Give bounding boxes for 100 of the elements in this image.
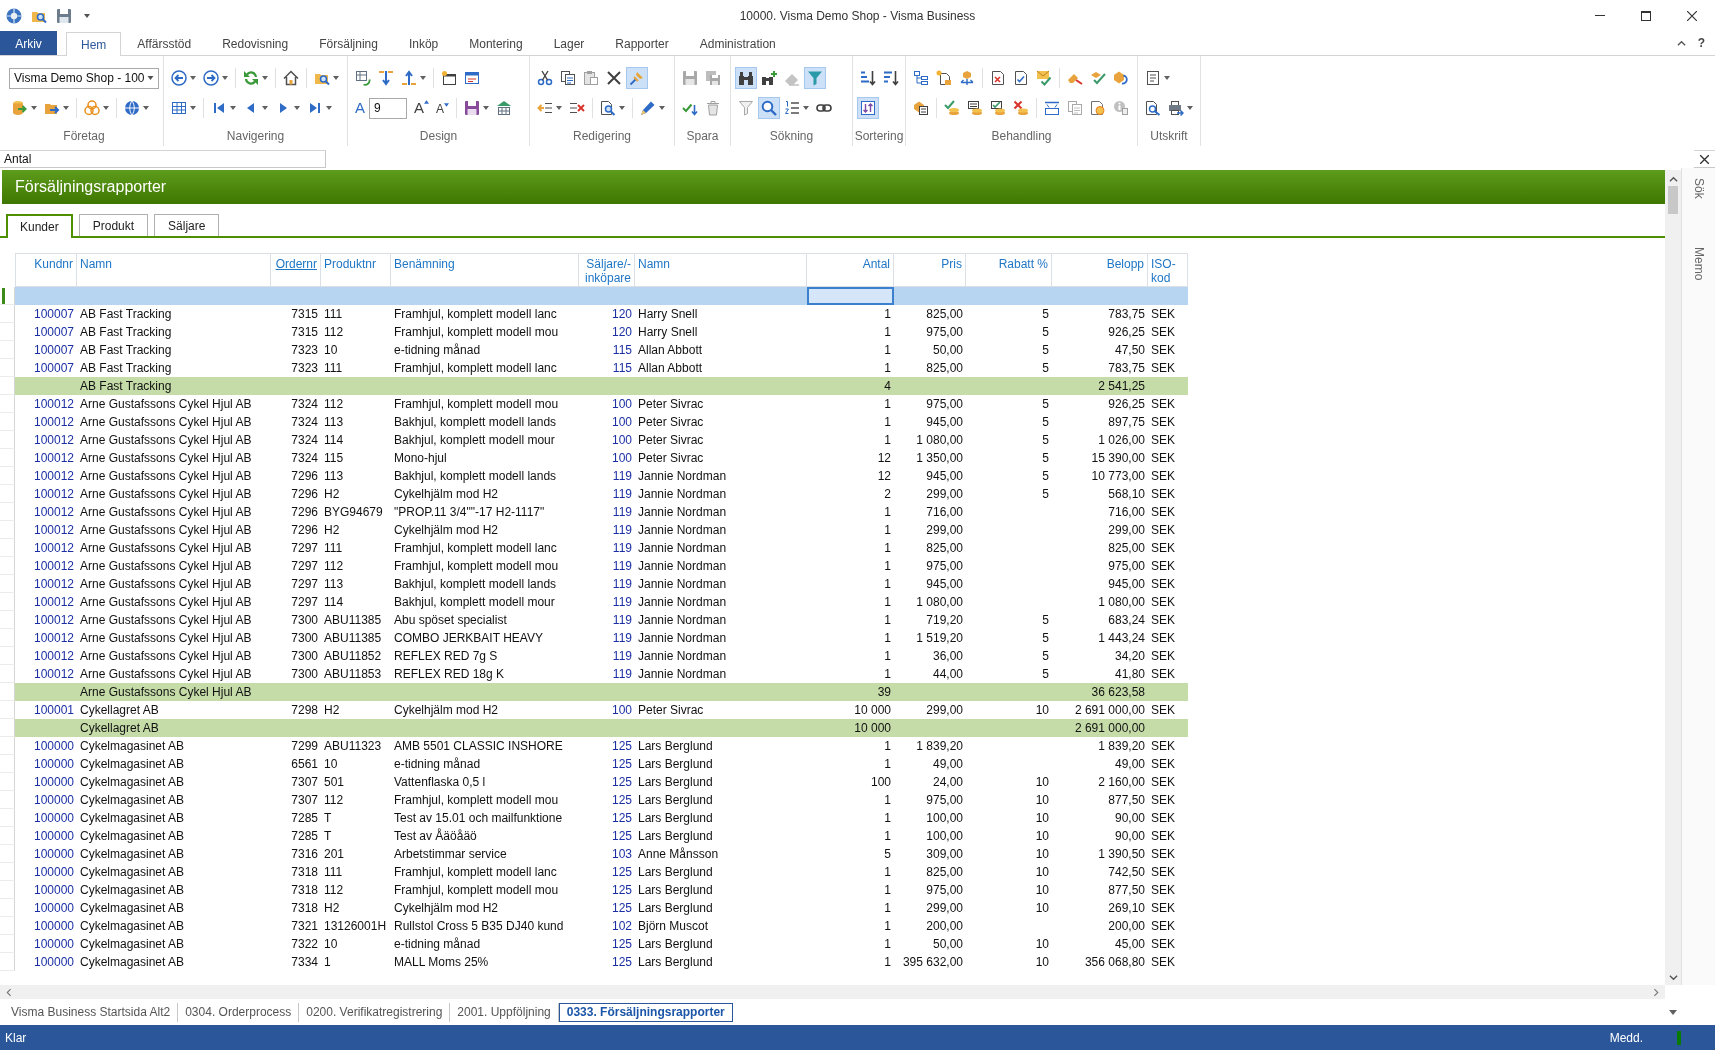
globe-icon[interactable] — [124, 100, 140, 116]
report-icon[interactable] — [1145, 70, 1161, 86]
close-icon[interactable] — [1687, 10, 1697, 21]
filter-field[interactable] — [807, 287, 894, 305]
caret-icon[interactable] — [659, 106, 665, 110]
side-tab[interactable]: Sök — [1691, 178, 1706, 199]
box-arrows-icon[interactable] — [959, 70, 975, 86]
ribbon-tab[interactable]: Administration — [684, 32, 791, 55]
box-list-icon[interactable] — [913, 100, 929, 116]
coins-list-icon[interactable] — [967, 100, 983, 116]
find-document-icon[interactable] — [600, 100, 616, 116]
tree-icon[interactable] — [913, 70, 929, 86]
maximize-icon[interactable] — [1641, 10, 1651, 21]
ribbon-tab[interactable]: Redovisning — [207, 32, 304, 55]
caret-icon[interactable] — [222, 76, 228, 80]
caret-icon[interactable] — [262, 76, 268, 80]
printer-icon[interactable] — [1168, 100, 1184, 116]
caret-icon[interactable] — [333, 76, 339, 80]
print-preview-icon[interactable] — [1145, 100, 1161, 116]
forward-icon[interactable] — [203, 70, 219, 86]
caret-icon[interactable] — [1669, 1009, 1677, 1015]
close-icon[interactable] — [1700, 154, 1709, 164]
sort-ascending-icon[interactable] — [860, 70, 876, 86]
column-header[interactable]: Kundnr — [15, 253, 77, 287]
caret-icon[interactable] — [420, 76, 426, 80]
ribbon-tab[interactable]: Affärsstöd — [122, 32, 207, 55]
trash-icon[interactable] — [705, 100, 721, 116]
caret-icon[interactable] — [556, 106, 562, 110]
messages-label[interactable]: Medd. — [1604, 1030, 1643, 1045]
horizontal-scrollbar[interactable] — [0, 985, 1665, 999]
ribbon-tab[interactable]: Rapporter — [600, 32, 684, 55]
coins-check-icon[interactable] — [944, 100, 960, 116]
refresh-icon[interactable] — [243, 70, 259, 86]
pencil-icon[interactable] — [640, 100, 656, 116]
delete-icon[interactable] — [606, 70, 622, 86]
scanner-icon[interactable] — [1044, 100, 1060, 116]
mail-check-icon[interactable] — [1036, 70, 1052, 86]
window-icon[interactable] — [464, 70, 480, 86]
save-icon[interactable] — [56, 7, 72, 24]
report-tab[interactable]: Produkt — [78, 214, 149, 236]
paste-icon[interactable] — [583, 70, 599, 86]
caret-icon[interactable] — [147, 76, 154, 80]
save-layout-icon[interactable] — [464, 100, 481, 116]
coins-x-icon[interactable] — [1013, 100, 1029, 116]
scroll-down-icon[interactable] — [1668, 975, 1678, 981]
scroll-up-icon[interactable] — [1668, 176, 1678, 182]
caret-icon[interactable] — [143, 106, 149, 110]
company-dropdown[interactable]: Visma Demo Shop - 100 — [9, 67, 159, 89]
scrollbar-thumb[interactable] — [1668, 186, 1678, 214]
caret-icon[interactable] — [294, 106, 300, 110]
database-arrow-icon[interactable] — [12, 100, 28, 116]
delete-row-icon[interactable] — [569, 100, 585, 116]
document-tab[interactable]: 0200. Verifikatregistrering — [299, 1002, 451, 1022]
caret-icon[interactable] — [1164, 76, 1170, 80]
ribbon-tab[interactable]: Montering — [454, 32, 538, 55]
column-header[interactable]: Benämning — [391, 253, 579, 287]
scissors-icon[interactable] — [537, 70, 553, 86]
first-record-icon[interactable] — [211, 100, 227, 116]
document-tab[interactable]: 0304. Orderprocess — [178, 1002, 300, 1022]
vertical-scrollbar[interactable] — [1665, 170, 1681, 985]
report-tab[interactable]: Kunder — [6, 214, 73, 238]
caret-icon[interactable] — [84, 13, 90, 18]
info-icon[interactable] — [1113, 100, 1129, 116]
insert-down-icon[interactable] — [378, 70, 394, 86]
numbered-list-icon[interactable] — [784, 100, 800, 116]
scroll-right-icon[interactable] — [1654, 987, 1659, 997]
grow-font-button[interactable]: A — [411, 97, 433, 119]
ribbon-tab[interactable]: Lager — [538, 32, 600, 55]
box-check-icon[interactable] — [1090, 70, 1106, 86]
document-check-icon[interactable] — [1013, 70, 1029, 86]
document-tab[interactable]: 2001. Uppföljning — [450, 1002, 559, 1022]
caret-icon[interactable] — [803, 106, 809, 110]
caret-icon[interactable] — [483, 106, 490, 110]
ribbon-tab[interactable]: Försäljning — [304, 32, 393, 55]
app-logo-icon[interactable] — [6, 7, 22, 24]
last-record-icon[interactable] — [307, 100, 323, 116]
caret-icon[interactable] — [619, 106, 625, 110]
font-color-button[interactable]: A — [352, 97, 368, 119]
copy-icon[interactable] — [560, 70, 576, 86]
grid-refresh-icon[interactable] — [355, 70, 371, 86]
caret-icon[interactable] — [31, 106, 37, 110]
ribbon-tab[interactable]: Arkiv — [0, 31, 57, 55]
font-size-field[interactable]: 9 — [369, 97, 407, 119]
caret-icon[interactable] — [262, 106, 268, 110]
table-icon[interactable] — [171, 100, 187, 116]
ribbon-tab[interactable]: Hem — [66, 32, 122, 56]
caret-icon[interactable] — [103, 106, 109, 110]
document-tab[interactable]: Visma Business Startsida Alt2 — [4, 1002, 179, 1022]
caret-icon[interactable] — [230, 106, 236, 110]
collapse-ribbon-icon[interactable] — [1676, 40, 1686, 46]
caret-icon[interactable] — [326, 106, 332, 110]
table-roof-icon[interactable] — [496, 100, 513, 116]
help-button[interactable]: ? — [1697, 36, 1705, 50]
report-tab[interactable]: Säljare — [154, 214, 220, 236]
caret-icon[interactable] — [1187, 106, 1193, 110]
caret-icon[interactable] — [63, 106, 69, 110]
binoculars-plus-icon[interactable] — [761, 70, 777, 86]
ribbon-tab[interactable]: Inköp — [393, 32, 454, 55]
insert-up-icon[interactable] — [401, 70, 417, 86]
move-left-icon[interactable] — [537, 100, 553, 116]
